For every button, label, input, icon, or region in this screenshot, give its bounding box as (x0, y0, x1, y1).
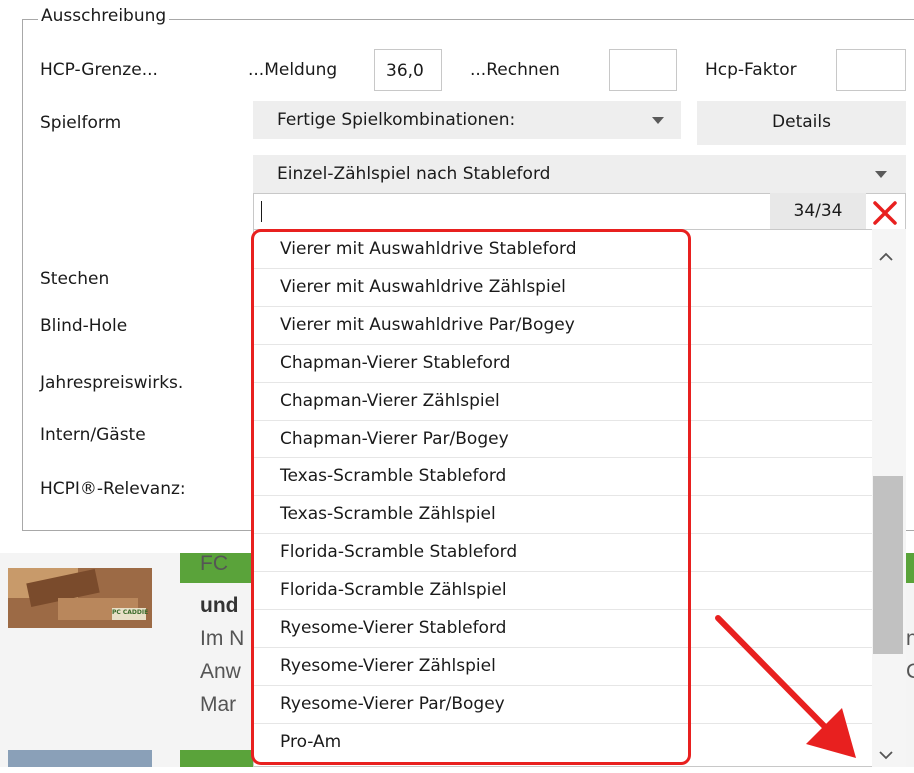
thumb-logo-text: PC CADDIE (112, 609, 149, 616)
groupbox-legend: Ausschreibung (38, 6, 170, 26)
meldung-input[interactable]: 36,0 (374, 49, 442, 91)
chevron-up-icon[interactable] (878, 248, 894, 261)
blind-hole-label: Blind-Hole (40, 316, 128, 336)
details-button[interactable]: Details (697, 101, 906, 145)
chevron-down-icon (652, 117, 664, 124)
meldung-value: 36,0 (386, 61, 424, 81)
stechen-label: Stechen (40, 269, 110, 289)
news-fragment-5: Mar (200, 693, 237, 716)
spielmodus-value: Einzel-Zählspiel nach Stableford (277, 164, 551, 184)
chevron-down-icon[interactable] (878, 746, 894, 760)
rechnen-label: ...Rechnen (470, 60, 560, 80)
red-arrow-icon (708, 608, 868, 768)
meldung-label: ...Meldung (248, 60, 338, 80)
hcp-grenze-label: HCP-Grenze... (40, 60, 158, 80)
chevron-down-icon (875, 171, 887, 178)
news-fragment-1: FC (200, 552, 228, 575)
news-fragment-4: Anw (200, 660, 241, 683)
intern-gaeste-label: Intern/Gäste (40, 425, 146, 445)
spielkombinationen-value: Fertige Spielkombinationen: (277, 110, 516, 130)
news-fragment-2: und (200, 594, 239, 617)
news-fragment-3: Im N (200, 627, 245, 650)
hcp-faktor-input[interactable] (836, 49, 906, 91)
jahrespreiswirks-label: Jahrespreiswirks. (40, 373, 184, 393)
news-thumbnail-2[interactable] (8, 750, 152, 767)
close-icon[interactable] (870, 198, 900, 228)
hcpi-relevanz-label: HCPI®-Relevanz: (40, 479, 186, 499)
spielkombinationen-select[interactable]: Fertige Spielkombinationen: (253, 101, 681, 139)
annotation-highlight-frame (251, 229, 691, 765)
text-cursor (261, 201, 262, 222)
hcp-faktor-label: Hcp-Faktor (705, 60, 797, 80)
search-count-badge: 34/34 (770, 193, 866, 230)
news-thumbnail[interactable]: PC CADDIE (8, 568, 152, 628)
scrollbar-thumb[interactable] (873, 476, 903, 654)
rechnen-input[interactable] (609, 49, 677, 91)
news-fragment-right-2: C (906, 660, 914, 683)
news-green-strip (180, 750, 260, 767)
news-fragment-right-1: n (906, 627, 914, 650)
spielmodus-select[interactable]: Einzel-Zählspiel nach Stableford (253, 155, 906, 193)
spielform-label: Spielform (40, 113, 122, 133)
